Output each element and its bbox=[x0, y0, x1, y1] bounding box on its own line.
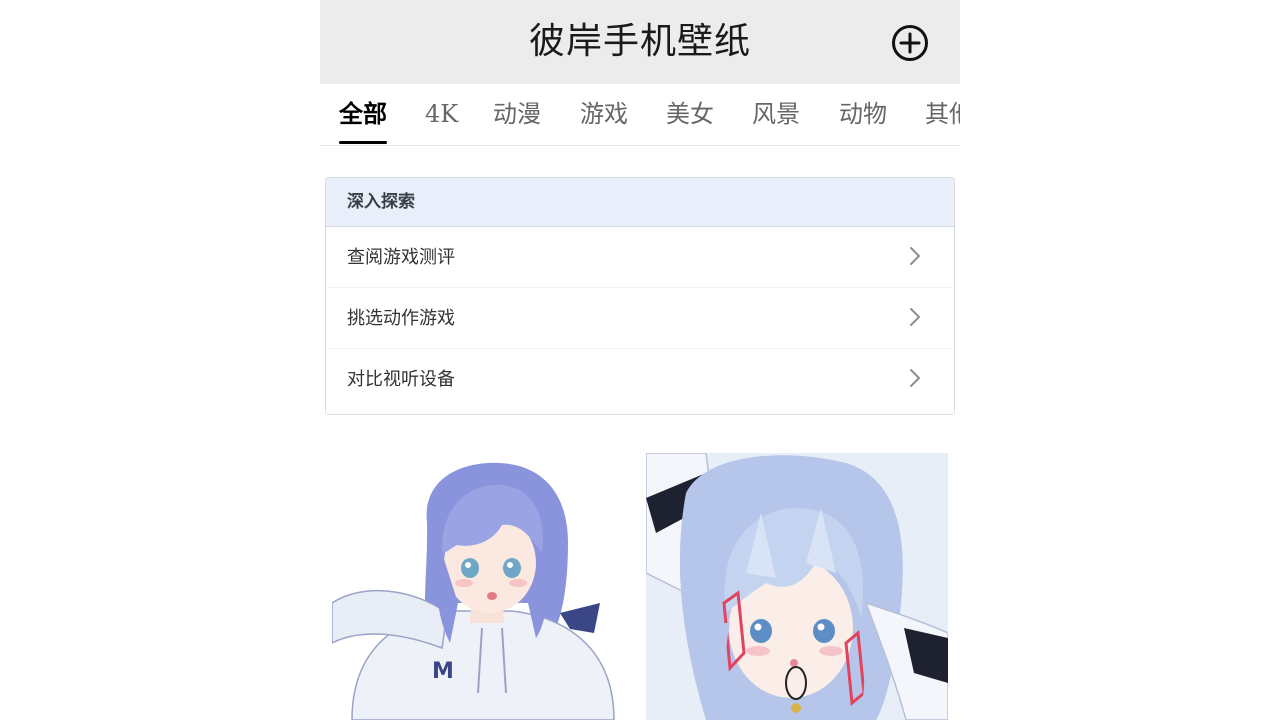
chevron-right-icon bbox=[910, 369, 920, 387]
explore-item-label: 查阅游戏测评 bbox=[347, 247, 455, 268]
wallpaper-thumbnail: M bbox=[332, 453, 634, 720]
tab-other[interactable]: 其他 bbox=[925, 98, 960, 130]
wallpaper-card[interactable] bbox=[646, 453, 948, 720]
mobile-page: 彼岸手机壁纸 全部 4K 动漫 游戏 美女 风景 动物 其他 深入探索 查阅游戏… bbox=[320, 0, 960, 720]
tab-anime[interactable]: 动漫 bbox=[493, 98, 541, 130]
category-tabs: 全部 4K 动漫 游戏 美女 风景 动物 其他 bbox=[320, 84, 960, 146]
wallpaper-grid: M bbox=[320, 453, 960, 720]
active-tab-indicator bbox=[339, 141, 387, 144]
tab-scenery[interactable]: 风景 bbox=[752, 98, 800, 130]
explore-item-av-devices[interactable]: 对比视听设备 bbox=[326, 349, 954, 409]
chevron-right-icon bbox=[910, 308, 920, 326]
explore-item-label: 对比视听设备 bbox=[347, 369, 455, 390]
wallpaper-card[interactable]: M bbox=[332, 453, 634, 720]
tab-4k[interactable]: 4K bbox=[425, 98, 458, 130]
tab-games[interactable]: 游戏 bbox=[580, 98, 628, 130]
tab-beauty[interactable]: 美女 bbox=[666, 98, 714, 130]
explore-panel: 深入探索 查阅游戏测评 挑选动作游戏 对比视听设备 bbox=[325, 177, 955, 415]
tab-all[interactable]: 全部 bbox=[339, 98, 387, 130]
explore-header: 深入探索 bbox=[326, 178, 954, 227]
explore-item-game-reviews[interactable]: 查阅游戏测评 bbox=[326, 227, 954, 288]
chevron-right-icon bbox=[910, 247, 920, 265]
explore-item-action-games[interactable]: 挑选动作游戏 bbox=[326, 288, 954, 349]
wallpaper-thumbnail bbox=[646, 453, 948, 720]
explore-item-label: 挑选动作游戏 bbox=[347, 308, 455, 329]
add-button[interactable] bbox=[891, 24, 929, 62]
page-title: 彼岸手机壁纸 bbox=[528, 21, 751, 62]
app-header: 彼岸手机壁纸 bbox=[320, 0, 960, 84]
explore-title: 深入探索 bbox=[347, 192, 415, 212]
svg-text:M: M bbox=[432, 659, 454, 684]
plus-circle-icon bbox=[892, 25, 928, 61]
tab-animals[interactable]: 动物 bbox=[839, 98, 887, 130]
